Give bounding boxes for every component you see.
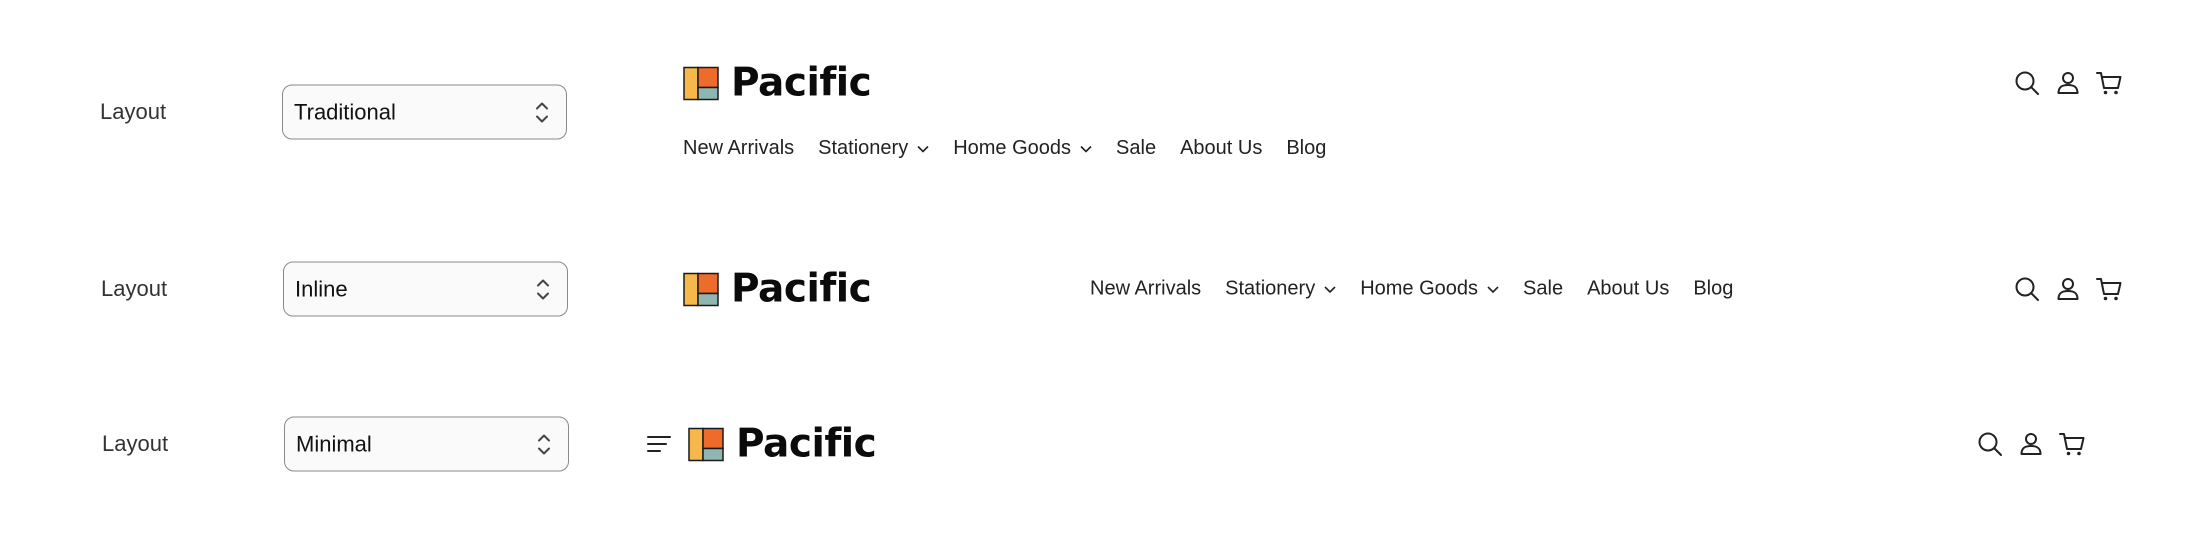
logo-mark-icon <box>683 272 719 306</box>
chevron-down-icon <box>1324 285 1336 293</box>
search-icon[interactable] <box>1976 430 2004 458</box>
nav-stationery[interactable]: Stationery <box>818 137 929 160</box>
nav-blog[interactable]: Blog <box>1693 278 1733 301</box>
logo-mark-icon <box>683 66 719 100</box>
chevron-down-icon <box>1080 145 1092 153</box>
layout-row-traditional: Layout Traditional Pacific New Arrivals … <box>0 61 2188 159</box>
nav-about-us[interactable]: About Us <box>1587 278 1669 301</box>
brand-name: Pacific <box>736 421 877 467</box>
nav-label: Home Goods <box>1360 277 1479 300</box>
layout-select-value: Inline <box>295 276 348 301</box>
layout-select[interactable]: Minimal <box>284 416 569 472</box>
layout-label: Layout <box>102 431 169 456</box>
user-icon[interactable] <box>2054 275 2082 303</box>
header-icons <box>2013 275 2123 303</box>
brand-name: Pacific <box>731 60 872 106</box>
chevron-down-icon <box>917 145 929 153</box>
nav-label: About Us <box>1180 137 1263 159</box>
cart-icon[interactable] <box>2095 69 2123 97</box>
logo-mark-icon <box>688 427 724 461</box>
layout-row-minimal: Layout Minimal Pacific <box>0 414 2188 474</box>
brand-logo[interactable]: Pacific <box>683 266 872 312</box>
header-icons <box>2013 69 2123 97</box>
chevron-up-down-icon <box>536 102 548 122</box>
search-icon[interactable] <box>2013 69 2041 97</box>
nav-sale[interactable]: Sale <box>1116 137 1156 160</box>
chevron-up-down-icon <box>538 434 550 454</box>
user-icon[interactable] <box>2054 69 2082 97</box>
brand-logo[interactable]: Pacific <box>683 60 872 106</box>
nav-label: Blog <box>1693 277 1734 300</box>
layout-select-value: Traditional <box>294 99 396 124</box>
chevron-down-icon <box>1487 285 1499 293</box>
layout-select[interactable]: Traditional <box>282 84 567 140</box>
user-icon[interactable] <box>2017 430 2045 458</box>
nav-stationery[interactable]: Stationery <box>1225 278 1336 301</box>
brand-name: Pacific <box>731 266 872 312</box>
main-nav: New Arrivals Stationery Home Goods Sale … <box>683 137 1326 160</box>
nav-label: New Arrivals <box>683 137 795 159</box>
search-icon[interactable] <box>2013 275 2041 303</box>
main-nav: New Arrivals Stationery Home Goods Sale … <box>1090 278 1733 301</box>
layout-select[interactable]: Inline <box>283 261 568 317</box>
nav-label: Stationery <box>818 137 909 159</box>
brand-logo[interactable]: Pacific <box>688 421 877 467</box>
chevron-up-down-icon <box>537 279 549 299</box>
header-icons <box>1976 430 2086 458</box>
cart-icon[interactable] <box>2095 275 2123 303</box>
nav-new-arrivals[interactable]: New Arrivals <box>683 137 794 160</box>
cart-icon[interactable] <box>2058 430 2086 458</box>
hamburger-menu-icon[interactable] <box>646 433 672 455</box>
nav-label: Blog <box>1286 137 1327 159</box>
nav-new-arrivals[interactable]: New Arrivals <box>1090 278 1201 301</box>
layout-label: Layout <box>101 276 168 301</box>
nav-label: Stationery <box>1225 277 1316 300</box>
nav-label: Sale <box>1523 277 1564 300</box>
nav-label: New Arrivals <box>1090 277 1202 300</box>
layout-label: Layout <box>100 99 167 124</box>
nav-label: Home Goods <box>953 137 1072 159</box>
nav-home-goods[interactable]: Home Goods <box>953 137 1092 160</box>
nav-about-us[interactable]: About Us <box>1180 137 1262 160</box>
layout-row-inline: Layout Inline Pacific New Arrivals Stati… <box>0 259 2188 319</box>
nav-home-goods[interactable]: Home Goods <box>1360 278 1499 301</box>
nav-label: Sale <box>1116 137 1157 159</box>
layout-select-value: Minimal <box>296 431 372 456</box>
nav-label: About Us <box>1587 277 1670 300</box>
nav-sale[interactable]: Sale <box>1523 278 1563 301</box>
nav-blog[interactable]: Blog <box>1286 137 1326 160</box>
